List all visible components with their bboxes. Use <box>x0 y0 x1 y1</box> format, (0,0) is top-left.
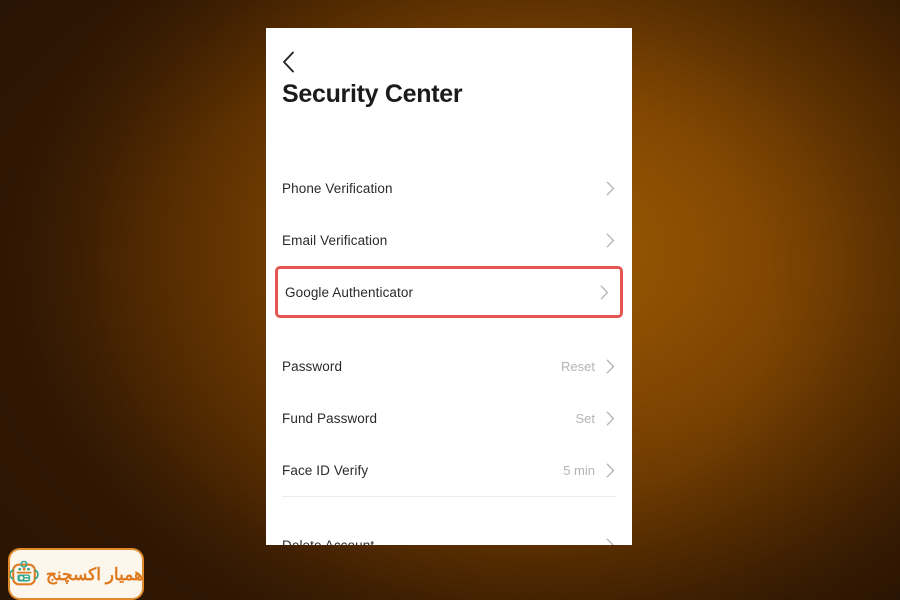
screenshot-stage: Security Center Phone Verification Email… <box>0 0 900 600</box>
watermark-badge: همیار اکسچنج <box>8 548 144 600</box>
group-separator-1 <box>266 318 632 340</box>
chevron-right-icon <box>604 410 616 426</box>
chevron-right-icon <box>604 358 616 374</box>
back-button[interactable] <box>282 47 312 77</box>
row-label: Password <box>282 358 343 374</box>
list-item-fund-password[interactable]: Fund Password Set <box>266 392 632 444</box>
page-title: Security Center <box>282 80 463 108</box>
phone-screen-card: Security Center Phone Verification Email… <box>266 28 632 545</box>
hamyar-exchange-logo-icon <box>10 559 39 589</box>
list-item-google-authenticator[interactable]: Google Authenticator <box>275 266 623 318</box>
row-value: Set <box>575 410 595 426</box>
chevron-right-icon <box>604 232 616 248</box>
chevron-right-icon <box>598 284 610 300</box>
row-label: Fund Password <box>282 410 378 426</box>
row-label: Face ID Verify <box>282 462 369 478</box>
list-item-face-id-verify[interactable]: Face ID Verify 5 min <box>266 444 632 496</box>
row-value: Reset <box>561 358 595 374</box>
chevron-right-icon <box>604 537 616 545</box>
watermark-text: همیار اکسچنج <box>45 564 144 584</box>
list-item-delete-account[interactable]: Delete Account <box>266 519 632 545</box>
back-chevron-icon <box>282 51 295 73</box>
list-item-phone-verification[interactable]: Phone Verification <box>266 162 632 214</box>
chevron-right-icon <box>604 180 616 196</box>
row-label: Phone Verification <box>282 180 393 196</box>
row-value: 5 min <box>563 462 595 478</box>
row-label: Email Verification <box>282 232 388 248</box>
chevron-right-icon <box>604 462 616 478</box>
list-item-password[interactable]: Password Reset <box>266 340 632 392</box>
list-item-email-verification[interactable]: Email Verification <box>266 214 632 266</box>
settings-list: Phone Verification Email Verification Go… <box>266 162 632 545</box>
row-label: Delete Account <box>282 537 375 546</box>
group-separator-2 <box>266 497 632 519</box>
row-label: Google Authenticator <box>285 284 414 300</box>
